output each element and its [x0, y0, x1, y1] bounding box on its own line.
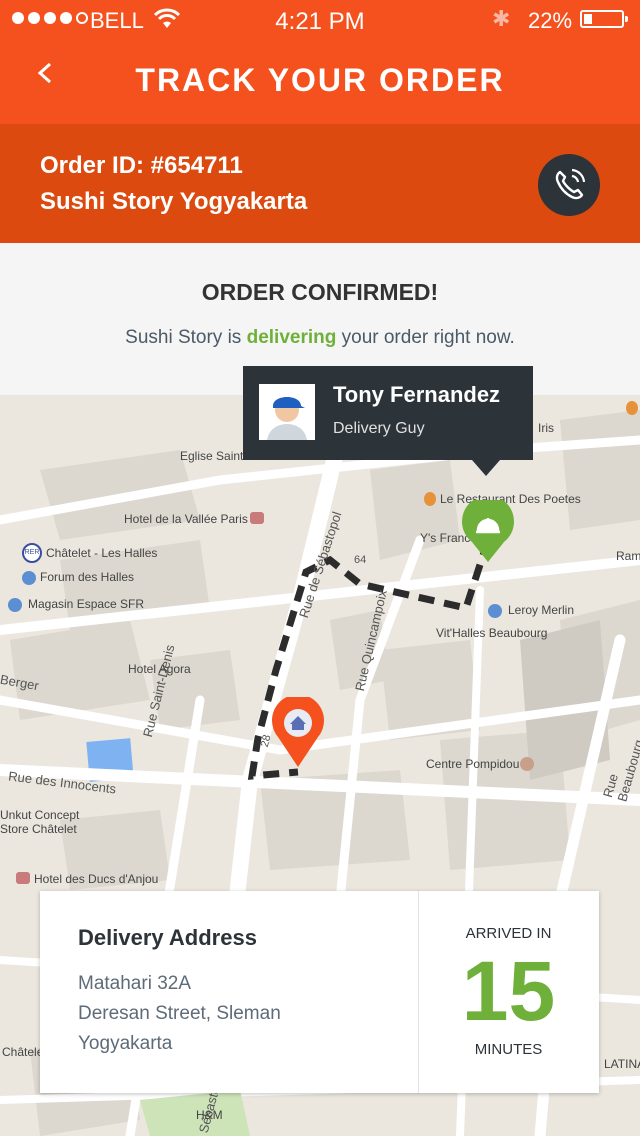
- place-label: Hotel de la Vallée Paris: [124, 512, 248, 526]
- call-button[interactable]: [538, 154, 600, 216]
- top-bar: BELL 4:21 PM ✱ 22% TRACK YOUR ORDER: [0, 0, 640, 124]
- battery-icon: [580, 10, 628, 28]
- eta-label-bottom: MINUTES: [474, 1041, 543, 1058]
- metro-icon: RER: [22, 543, 42, 563]
- battery-percent: 22%: [528, 8, 573, 33]
- address-line: Deresan Street, Sleman: [78, 1003, 281, 1024]
- place-label: Store Châtelet: [0, 822, 77, 836]
- courier-tooltip[interactable]: Tony Fernandez Delivery Guy: [243, 366, 533, 460]
- courier-avatar: [259, 384, 315, 440]
- hotel-icon: [16, 872, 30, 884]
- eta-value: 15: [461, 944, 556, 1038]
- message-prefix: Sushi Story is: [125, 327, 247, 348]
- order-id: Order ID: #654711: [40, 152, 243, 179]
- order-info-bar: Order ID: #654711 Sushi Story Yogyakarta: [0, 124, 640, 243]
- address-line: Yogyakarta: [78, 1033, 173, 1054]
- restaurant-icon: [424, 492, 436, 506]
- place-label: Châtelet - Les Halles: [46, 546, 158, 560]
- confirmation-message: Sushi Story is delivering your order rig…: [0, 327, 640, 349]
- eta-label-top: ARRIVED IN: [465, 925, 552, 942]
- courier-name: Tony Fernandez: [333, 382, 501, 407]
- restaurant-icon: [626, 401, 638, 415]
- home-pin-icon[interactable]: [270, 697, 326, 769]
- place-label: LATINA: [604, 1057, 640, 1071]
- confirmation-title: ORDER CONFIRMED!: [201, 279, 439, 305]
- place-label: H&M: [196, 1108, 223, 1122]
- message-highlight: delivering: [246, 327, 337, 348]
- delivery-address-title: Delivery Address: [78, 925, 257, 950]
- museum-icon: [520, 757, 534, 771]
- place-label: Vit'Halles Beaubourg: [436, 626, 548, 640]
- place-label: Centre Pompidou: [426, 757, 520, 771]
- place-label: Unkut Concept: [0, 808, 80, 822]
- place-label: Forum des Halles: [40, 570, 135, 584]
- delivery-card: Delivery Address Matahari 32A Deresan St…: [40, 891, 599, 1093]
- place-label: Eglise Saint: [180, 449, 244, 463]
- shopping-icon: [22, 571, 36, 585]
- bluetooth-icon: ✱: [492, 6, 511, 31]
- place-label: Iris: [538, 421, 554, 435]
- courier-role: Delivery Guy: [333, 420, 425, 437]
- restaurant-pin-icon[interactable]: [460, 500, 516, 564]
- place-label: Hotel des Ducs d'Anjou: [34, 872, 159, 886]
- place-label: Châtele: [2, 1045, 44, 1059]
- place-label: Leroy Merlin: [508, 603, 575, 617]
- page-title: TRACK YOUR ORDER: [135, 62, 505, 98]
- address-line: Matahari 32A: [78, 973, 192, 994]
- tooltip-arrow: [472, 460, 500, 476]
- restaurant-name: Sushi Story Yogyakarta: [40, 188, 308, 215]
- message-suffix: your order right now.: [336, 327, 515, 348]
- hotel-icon: [250, 512, 264, 524]
- place-label: Ram: [616, 549, 640, 563]
- status-bar: BELL 4:21 PM ✱ 22%: [0, 0, 640, 40]
- place-label: 64: [354, 554, 367, 566]
- shopping-icon: [488, 604, 502, 618]
- place-label: Magasin Espace SFR: [28, 597, 145, 611]
- phone-icon: [555, 168, 586, 200]
- shopping-icon: [8, 598, 22, 612]
- place-label: Hotel Agora: [128, 662, 191, 676]
